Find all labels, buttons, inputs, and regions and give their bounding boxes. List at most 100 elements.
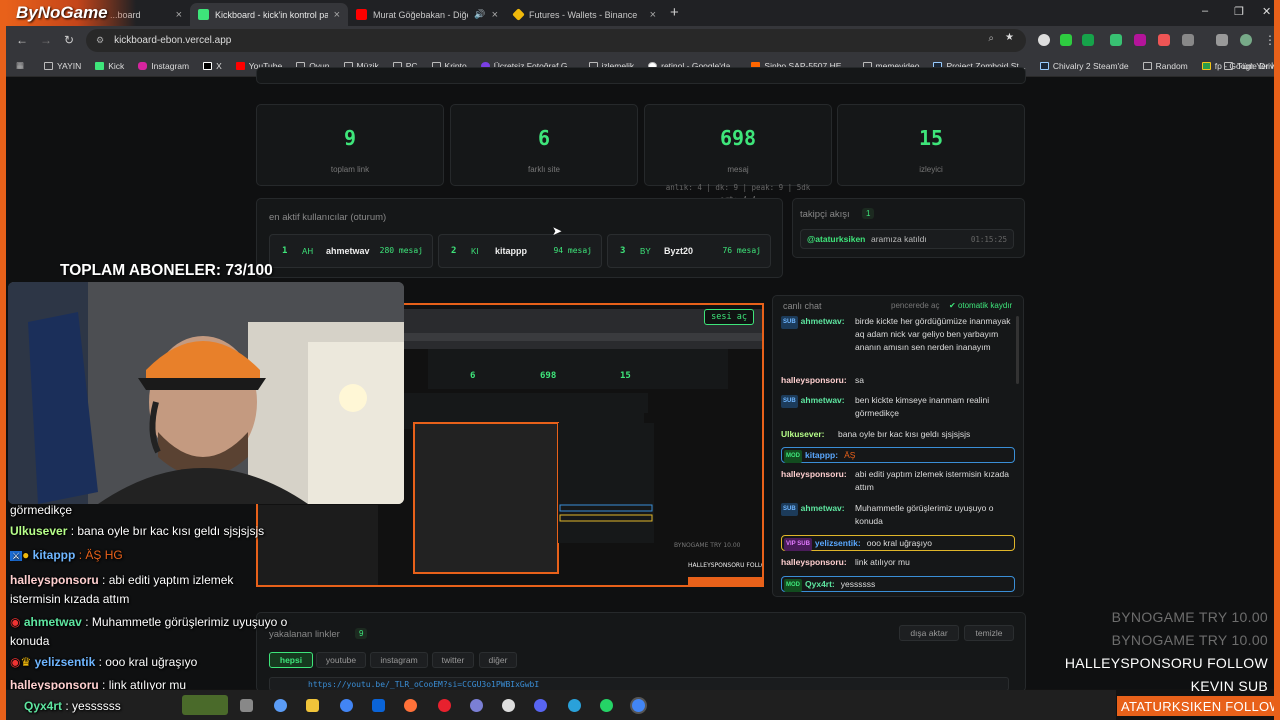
whatsapp-icon[interactable] bbox=[600, 699, 613, 712]
menu-list-icon[interactable] bbox=[1216, 34, 1228, 46]
more-icon[interactable]: ⋮ bbox=[1264, 33, 1274, 47]
user-name: Byzt20 bbox=[664, 246, 694, 256]
filter-instagram[interactable]: instagram bbox=[370, 652, 428, 668]
filter-other[interactable]: diğer bbox=[479, 652, 517, 668]
chat-user[interactable]: ahmetwav: bbox=[801, 316, 845, 326]
bookmark-item[interactable]: Instagram bbox=[138, 61, 189, 71]
tab-binance[interactable]: Futures - Wallets - Binance × bbox=[506, 3, 664, 26]
link-url[interactable]: https://youtu.be/_TLR_oCooEM?si=CCGU3o1P… bbox=[308, 680, 539, 689]
extension-icon[interactable] bbox=[1038, 34, 1050, 46]
extension-icon[interactable] bbox=[1082, 34, 1094, 46]
x-icon bbox=[203, 61, 213, 70]
overlay-chat-line: görmedikçe bbox=[10, 503, 72, 517]
tab-kickboard[interactable]: Kickboard - kick'in kontrol pane × bbox=[190, 3, 348, 26]
chrome-icon[interactable] bbox=[340, 699, 353, 712]
tab-title: Futures - Wallets - Binance bbox=[529, 9, 638, 20]
stat-viewers: 15 izleyici bbox=[837, 104, 1025, 186]
site-info-icon[interactable]: ⚙ bbox=[96, 35, 104, 46]
overlay-chat-line: halleysponsoru : abi editi yaptım izleme… bbox=[10, 571, 255, 609]
overlay-chat-user: Qyx4rt bbox=[24, 699, 63, 713]
bookmark-item[interactable]: YAYIN bbox=[44, 61, 81, 71]
follower-text: aramıza katıldı bbox=[871, 234, 927, 244]
kick-extension-icon[interactable] bbox=[1060, 34, 1072, 46]
bookmark-star-icon[interactable]: ★ bbox=[1005, 32, 1014, 43]
maximize-button[interactable]: ❐ bbox=[1234, 5, 1244, 18]
close-icon[interactable]: × bbox=[334, 9, 340, 21]
chat-scrollbar[interactable] bbox=[1016, 316, 1019, 384]
stat-total-links: 9 toplam link bbox=[256, 104, 444, 186]
forward-icon[interactable]: → bbox=[40, 33, 52, 47]
top-user-item[interactable]: 1 AH ahmetwav 280 mesaj bbox=[269, 234, 433, 268]
clear-button[interactable]: temizle bbox=[964, 625, 1014, 641]
popout-button[interactable]: pencerede aç bbox=[891, 301, 939, 310]
sub-badge: SUB bbox=[781, 395, 798, 408]
chat-user[interactable]: Ulkusever: bbox=[781, 429, 824, 439]
overlay-chat-text: : ooo kral uğraşıyo bbox=[98, 655, 198, 669]
stream-chat-overlay: görmedikçe Ulkusever : bana oyle bır kac… bbox=[6, 500, 326, 712]
close-window-button[interactable]: ✕ bbox=[1262, 5, 1271, 18]
extension-icon[interactable] bbox=[1134, 34, 1146, 46]
close-icon[interactable]: × bbox=[492, 9, 498, 21]
extension-icon[interactable] bbox=[1158, 34, 1170, 46]
chat-user[interactable]: ahmetwav: bbox=[801, 395, 845, 405]
overlay-chat-text: görmedikçe bbox=[10, 503, 73, 517]
bookmark-item[interactable]: Random bbox=[1142, 61, 1188, 71]
bookmark-item[interactable]: X bbox=[203, 61, 222, 71]
autoscroll-toggle[interactable]: ✔ otomatik kaydır bbox=[949, 301, 1012, 310]
chat-text: bana oyle bır kac kısı geldı sjsjsjsjs bbox=[838, 429, 971, 439]
zoom-icon[interactable]: ⌕ bbox=[988, 33, 994, 44]
top-user-item[interactable]: 2 KI kitappp 94 mesaj bbox=[438, 234, 602, 268]
overlay-chat-user: ahmetwav bbox=[23, 615, 82, 629]
firefox-icon[interactable] bbox=[404, 699, 417, 712]
chat-user[interactable]: ahmetwav: bbox=[801, 503, 845, 513]
obs-icon[interactable] bbox=[470, 699, 483, 712]
task-view-icon[interactable] bbox=[240, 699, 253, 712]
tab-strip: ...board × Kickboard - kick'in kontrol p… bbox=[6, 0, 1274, 26]
chat-user[interactable]: halleysponsoru: bbox=[781, 469, 847, 479]
stat-messages: 698 mesaj anlık: 4 | dk: 9 | peak: 9 | 5… bbox=[644, 104, 832, 204]
top-user-item[interactable]: 3 BY Byzt20 76 mesaj bbox=[607, 234, 771, 268]
youtube-icon bbox=[356, 9, 367, 20]
stat-value: 15 bbox=[918, 126, 944, 150]
bookmark-item[interactable]: Chivalry 2 Steam'de bbox=[1039, 61, 1129, 71]
file-explorer-icon[interactable] bbox=[306, 699, 319, 712]
chat-user[interactable]: halleysponsoru: bbox=[781, 557, 847, 567]
tab-title: Murat Göğebakan - Diğer V bbox=[373, 9, 468, 20]
weather-widget-icon[interactable] bbox=[182, 695, 228, 715]
chat-user[interactable]: yelizsentik: bbox=[815, 538, 861, 548]
sound-toggle-button[interactable]: sesi aç bbox=[704, 309, 754, 325]
all-bookmarks[interactable]: Tüm Yer İşaretleri bbox=[1224, 61, 1274, 71]
chrome-active-icon[interactable] bbox=[632, 699, 645, 712]
kick-icon bbox=[198, 9, 209, 20]
apps-grid-icon[interactable]: ▦ bbox=[16, 60, 24, 71]
copilot-icon[interactable] bbox=[274, 699, 287, 712]
close-icon[interactable]: × bbox=[176, 9, 182, 21]
user-rank: 2 bbox=[451, 246, 457, 256]
back-icon[interactable]: ← bbox=[16, 33, 28, 47]
puzzle-icon[interactable] bbox=[1182, 34, 1194, 46]
follow-alert-banner: ATATURKSIKEN FOLLOW bbox=[1117, 696, 1274, 716]
speaker-icon: 🔊 bbox=[474, 9, 486, 19]
avatar[interactable] bbox=[1240, 34, 1252, 46]
mail-icon[interactable] bbox=[372, 699, 385, 712]
opera-icon[interactable] bbox=[438, 699, 451, 712]
chat-user[interactable]: Qyx4rt: bbox=[805, 579, 835, 589]
new-tab-button[interactable]: + bbox=[670, 4, 679, 21]
filter-twitter[interactable]: twitter bbox=[432, 652, 474, 668]
chat-user[interactable]: kitappp: bbox=[805, 450, 838, 460]
minimize-button[interactable]: – bbox=[1202, 5, 1208, 17]
reload-icon[interactable]: ↻ bbox=[64, 33, 74, 47]
close-icon[interactable]: × bbox=[650, 9, 656, 21]
telegram-icon[interactable] bbox=[568, 699, 581, 712]
tab-youtube[interactable]: Murat Göğebakan - Diğer V 🔊 × bbox=[348, 3, 506, 26]
discord-icon[interactable] bbox=[534, 699, 547, 712]
app-icon[interactable] bbox=[502, 699, 515, 712]
address-bar[interactable]: ⚙ kickboard-ebon.vercel.app ⌕ ★ bbox=[86, 29, 1026, 52]
chat-user[interactable]: halleysponsoru: bbox=[781, 375, 847, 385]
bookmark-item[interactable]: Kick bbox=[95, 61, 124, 71]
folder-icon bbox=[1224, 61, 1233, 70]
user-count: 280 mesaj bbox=[379, 246, 423, 255]
shield-icon[interactable] bbox=[1110, 34, 1122, 46]
link-row[interactable]: https://youtu.be/_TLR_oCooEM?si=CCGU3o1P… bbox=[269, 677, 1009, 691]
export-button[interactable]: dışa aktar bbox=[899, 625, 959, 641]
